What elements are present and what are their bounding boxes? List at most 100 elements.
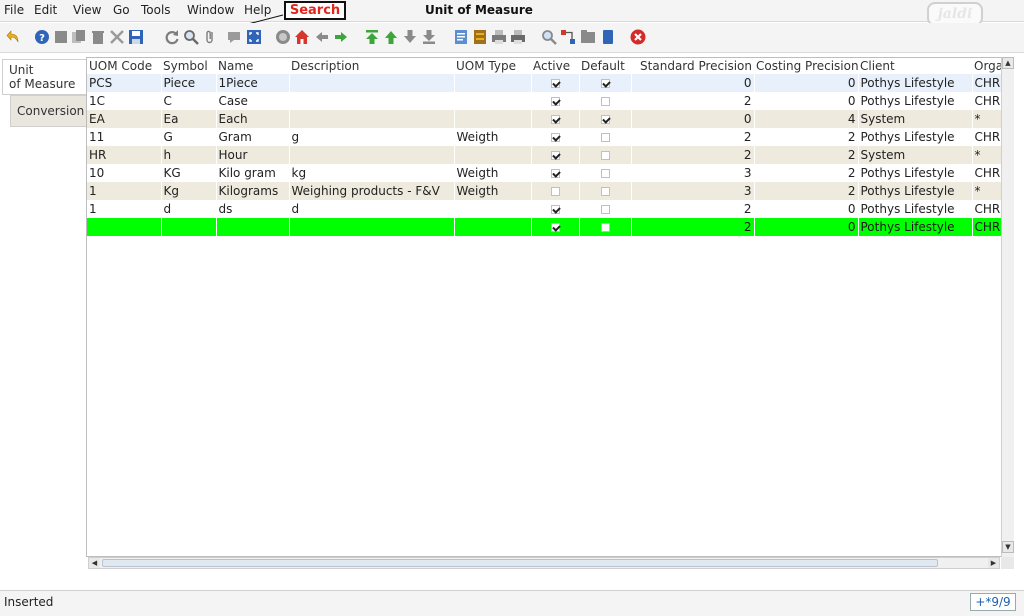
cost-precision-cell[interactable]: 0 (754, 218, 859, 236)
uom-type-cell[interactable] (454, 74, 532, 92)
active-checkbox[interactable] (550, 169, 560, 178)
active-checkbox[interactable] (550, 79, 560, 88)
new-record-icon[interactable] (53, 29, 69, 45)
active-workflow-icon[interactable] (560, 29, 576, 45)
report-icon[interactable] (453, 29, 469, 45)
table-row[interactable]: EA Ea Each 0 4 System * (87, 110, 1001, 128)
active-checkbox-cell[interactable] (531, 182, 580, 200)
code-cell[interactable]: PCS (87, 74, 162, 92)
client-cell[interactable]: Pothys Lifestyle (858, 74, 973, 92)
org-cell[interactable]: * (972, 110, 1001, 128)
col-header[interactable]: Costing Precision (754, 58, 858, 74)
table-row[interactable]: 2 0 Pothys Lifestyle CHR (87, 218, 1001, 236)
active-checkbox[interactable] (550, 187, 560, 196)
cost-precision-cell[interactable]: 0 (754, 92, 859, 110)
std-precision-cell[interactable]: 2 (631, 218, 755, 236)
find-icon[interactable] (183, 29, 199, 45)
cost-precision-cell[interactable]: 2 (754, 164, 859, 182)
default-checkbox-cell[interactable] (579, 74, 632, 92)
symbol-cell[interactable]: C (161, 92, 217, 110)
std-precision-cell[interactable]: 2 (631, 200, 755, 218)
std-precision-cell[interactable]: 0 (631, 110, 755, 128)
table-row[interactable]: 10 KG Kilo gram kg Weigth 3 2 Pothys Lifestyle C… (87, 164, 1001, 182)
client-cell[interactable]: Pothys Lifestyle (858, 164, 973, 182)
col-header[interactable]: Description (289, 58, 454, 74)
client-cell[interactable]: System (858, 146, 973, 164)
std-precision-cell[interactable]: 0 (631, 74, 755, 92)
col-header[interactable]: Active (531, 58, 579, 74)
default-checkbox[interactable] (600, 187, 610, 196)
active-checkbox-cell[interactable] (531, 92, 580, 110)
code-cell[interactable]: 1 (87, 200, 162, 218)
name-cell[interactable] (216, 218, 290, 236)
last-record-icon[interactable] (421, 29, 437, 45)
attachment-icon[interactable] (202, 29, 218, 45)
default-checkbox-cell[interactable] (579, 92, 632, 110)
active-checkbox[interactable] (550, 223, 560, 232)
client-cell[interactable]: Pothys Lifestyle (858, 200, 973, 218)
symbol-cell[interactable]: Kg (161, 182, 217, 200)
symbol-cell[interactable]: KG (161, 164, 217, 182)
grid-toggle-icon[interactable] (246, 29, 262, 45)
cost-precision-cell[interactable]: 2 (754, 182, 859, 200)
name-cell[interactable]: Case (216, 92, 290, 110)
table-row[interactable]: 1 Kg Kilograms Weighing products - F&V Weigt… (87, 182, 1001, 200)
code-cell[interactable]: HR (87, 146, 162, 164)
default-checkbox[interactable] (600, 223, 610, 232)
next-record-icon[interactable] (402, 29, 418, 45)
org-cell[interactable]: * (972, 182, 1001, 200)
table-row[interactable]: 11 G Gram g Weigth 2 2 Pothys Lifestyle CHR (87, 128, 1001, 146)
client-cell[interactable]: Pothys Lifestyle (858, 92, 973, 110)
uom-type-cell[interactable]: Weigth (454, 182, 532, 200)
delete-icon[interactable] (90, 29, 106, 45)
print-icon[interactable] (510, 29, 526, 45)
back-icon[interactable] (314, 29, 330, 45)
default-checkbox-cell[interactable] (579, 218, 632, 236)
symbol-cell[interactable]: Ea (161, 110, 217, 128)
menu-edit[interactable]: Edit (34, 3, 57, 17)
default-checkbox[interactable] (600, 79, 610, 88)
active-checkbox-cell[interactable] (531, 164, 580, 182)
uom-type-cell[interactable] (454, 146, 532, 164)
scroll-up-arrow-icon[interactable]: ▲ (1002, 57, 1014, 69)
default-checkbox-cell[interactable] (579, 164, 632, 182)
std-precision-cell[interactable]: 3 (631, 164, 755, 182)
save-icon[interactable] (128, 29, 144, 45)
uom-type-cell[interactable] (454, 200, 532, 218)
code-cell[interactable] (87, 218, 162, 236)
scroll-down-arrow-icon[interactable]: ▼ (1002, 541, 1014, 553)
zoom-across-icon[interactable] (541, 29, 557, 45)
active-checkbox-cell[interactable] (531, 110, 580, 128)
copy-record-icon[interactable] (71, 29, 87, 45)
org-cell[interactable]: CHR (972, 92, 1001, 110)
default-checkbox[interactable] (600, 115, 610, 124)
description-cell[interactable]: d (289, 200, 455, 218)
delete-selection-icon[interactable] (109, 29, 125, 45)
org-cell[interactable]: CHR (972, 200, 1001, 218)
description-cell[interactable] (289, 92, 455, 110)
symbol-cell[interactable] (161, 218, 217, 236)
default-checkbox[interactable] (600, 205, 610, 214)
code-cell[interactable]: 11 (87, 128, 162, 146)
active-checkbox[interactable] (550, 133, 560, 142)
previous-record-icon[interactable] (383, 29, 399, 45)
cost-precision-cell[interactable]: 2 (754, 128, 859, 146)
refresh-icon[interactable] (164, 29, 180, 45)
default-checkbox[interactable] (600, 133, 610, 142)
client-cell[interactable]: Pothys Lifestyle (858, 218, 973, 236)
uom-type-cell[interactable]: Weigth (454, 164, 532, 182)
record-info-badge[interactable]: +*9/9 (970, 593, 1016, 611)
active-checkbox-cell[interactable] (531, 74, 580, 92)
name-cell[interactable]: Each (216, 110, 290, 128)
first-record-icon[interactable] (364, 29, 380, 45)
name-cell[interactable]: ds (216, 200, 290, 218)
vertical-scrollbar[interactable]: ▲ ▼ (1001, 57, 1014, 569)
uom-type-cell[interactable] (454, 92, 532, 110)
menu-help[interactable]: Help (244, 3, 271, 17)
description-cell[interactable] (289, 146, 455, 164)
name-cell[interactable]: Hour (216, 146, 290, 164)
cost-precision-cell[interactable]: 4 (754, 110, 859, 128)
name-cell[interactable]: Gram (216, 128, 290, 146)
default-checkbox-cell[interactable] (579, 182, 632, 200)
print-preview-icon[interactable] (491, 29, 507, 45)
